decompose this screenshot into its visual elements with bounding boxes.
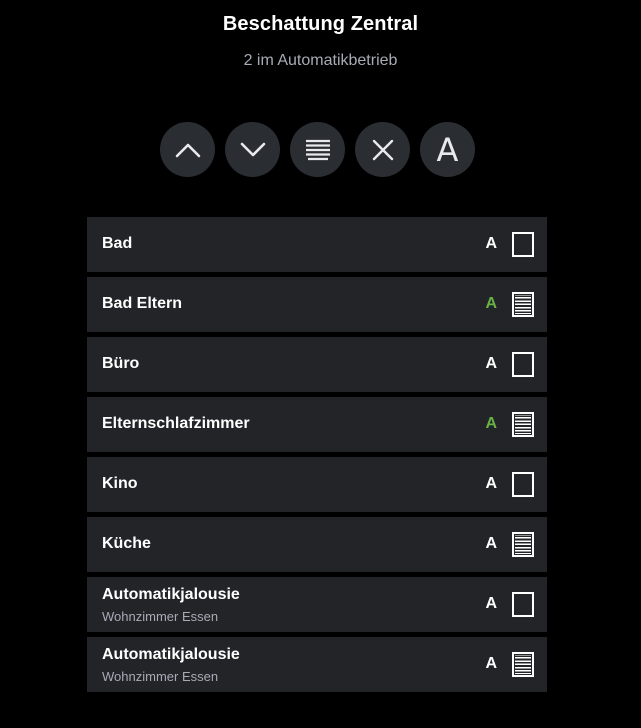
auto-mode-indicator[interactable]: A bbox=[485, 235, 497, 253]
blind-closed-icon bbox=[512, 292, 534, 317]
row-name: Kino bbox=[102, 475, 138, 492]
blind-open-icon bbox=[512, 592, 534, 617]
page-title: Beschattung Zentral bbox=[222, 13, 419, 35]
list-item[interactable]: Elternschlafzimmer A bbox=[87, 397, 547, 452]
row-name: Automatikjalousie bbox=[102, 646, 240, 663]
list-item[interactable]: Kino A bbox=[87, 457, 547, 512]
list-item[interactable]: Bad Eltern A bbox=[87, 277, 547, 332]
row-name: Elternschlafzimmer bbox=[102, 415, 250, 432]
row-subtitle: Wohnzimmer Essen bbox=[102, 609, 219, 624]
auto-mode-indicator[interactable]: A bbox=[485, 415, 497, 433]
blind-open-icon bbox=[512, 472, 534, 497]
row-name: Büro bbox=[102, 355, 140, 372]
list-item[interactable]: Bad A bbox=[87, 217, 547, 272]
shade-list: Bad A Bad Eltern A Büro A Elternschlafzi… bbox=[87, 217, 547, 697]
close-icon bbox=[372, 139, 393, 160]
blind-open-icon bbox=[512, 352, 534, 377]
list-item[interactable]: Küche A bbox=[87, 517, 547, 572]
auto-mode-indicator[interactable]: A bbox=[485, 655, 497, 673]
shade-button[interactable] bbox=[290, 122, 345, 177]
shade-icon bbox=[305, 139, 330, 160]
row-name: Bad Eltern bbox=[102, 295, 183, 312]
blind-closed-icon bbox=[512, 412, 534, 437]
down-button[interactable] bbox=[225, 122, 280, 177]
control-bar: A bbox=[160, 122, 475, 177]
auto-mode-indicator[interactable]: A bbox=[485, 475, 497, 493]
row-name: Küche bbox=[102, 535, 151, 552]
blind-closed-icon bbox=[512, 652, 534, 677]
auto-label: A bbox=[436, 130, 459, 169]
stop-button[interactable] bbox=[355, 122, 410, 177]
chevron-up-icon bbox=[175, 143, 200, 157]
row-name: Bad bbox=[102, 235, 133, 252]
blind-open-icon bbox=[512, 232, 534, 257]
row-name: Automatikjalousie bbox=[102, 586, 240, 603]
auto-mode-indicator[interactable]: A bbox=[485, 295, 497, 313]
list-item[interactable]: Automatikjalousie Wohnzimmer Essen A bbox=[87, 577, 547, 632]
list-item[interactable]: Büro A bbox=[87, 337, 547, 392]
auto-mode-indicator[interactable]: A bbox=[485, 355, 497, 373]
page-subtitle: 2 im Automatikbetrieb bbox=[243, 52, 398, 69]
row-subtitle: Wohnzimmer Essen bbox=[102, 669, 219, 684]
list-item[interactable]: Automatikjalousie Wohnzimmer Essen A bbox=[87, 637, 547, 692]
auto-mode-indicator[interactable]: A bbox=[485, 535, 497, 553]
auto-button[interactable]: A bbox=[420, 122, 475, 177]
blind-closed-icon bbox=[512, 532, 534, 557]
chevron-down-icon bbox=[240, 142, 265, 156]
up-button[interactable] bbox=[160, 122, 215, 177]
auto-mode-indicator[interactable]: A bbox=[485, 595, 497, 613]
